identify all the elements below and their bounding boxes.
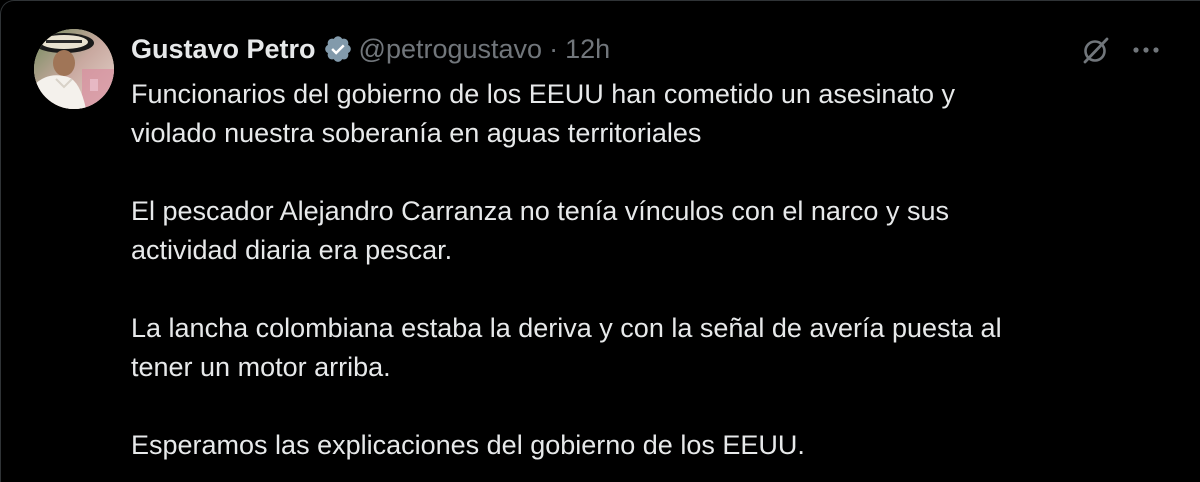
separator-dot: · bbox=[549, 33, 559, 64]
text-line: tener un motor arriba. bbox=[131, 352, 391, 382]
more-options-button[interactable] bbox=[1129, 33, 1163, 67]
text-line: actividad diaria era pescar. bbox=[131, 235, 453, 265]
author-handle[interactable]: @petrogustavo bbox=[359, 34, 543, 65]
author-name[interactable]: Gustavo Petro bbox=[131, 34, 316, 65]
tweet-text: Funcionarios del gobierno de los EEUU ha… bbox=[131, 75, 1171, 465]
paragraph: Funcionarios del gobierno de los EEUU ha… bbox=[131, 75, 1171, 153]
paragraph: La lancha colombiana estaba la deriva y … bbox=[131, 309, 1171, 387]
tweet-header: Gustavo Petro @petrogustavo · 12h bbox=[131, 31, 610, 67]
paragraph: Esperamos las explicaciones del gobierno… bbox=[131, 426, 1171, 465]
more-options-icon bbox=[1133, 47, 1159, 53]
text-line: La lancha colombiana estaba la deriva y … bbox=[131, 313, 1002, 343]
tweet-card[interactable]: Gustavo Petro @petrogustavo · 12h Funcio… bbox=[0, 0, 1200, 482]
profile-photo-icon bbox=[34, 29, 114, 109]
text-line: Esperamos las explicaciones del gobierno… bbox=[131, 430, 805, 460]
timestamp[interactable]: 12h bbox=[565, 34, 610, 65]
grok-icon bbox=[1083, 37, 1109, 64]
paragraph: El pescador Alejandro Carranza no tenía … bbox=[131, 192, 1171, 270]
text-line: El pescador Alejandro Carranza no tenía … bbox=[131, 196, 949, 226]
verified-badge-icon[interactable] bbox=[323, 34, 353, 64]
grok-button[interactable] bbox=[1079, 33, 1113, 67]
text-line: Funcionarios del gobierno de los EEUU ha… bbox=[131, 79, 955, 109]
text-line: violado nuestra soberanía en aguas terri… bbox=[131, 118, 702, 148]
avatar[interactable] bbox=[34, 29, 114, 109]
